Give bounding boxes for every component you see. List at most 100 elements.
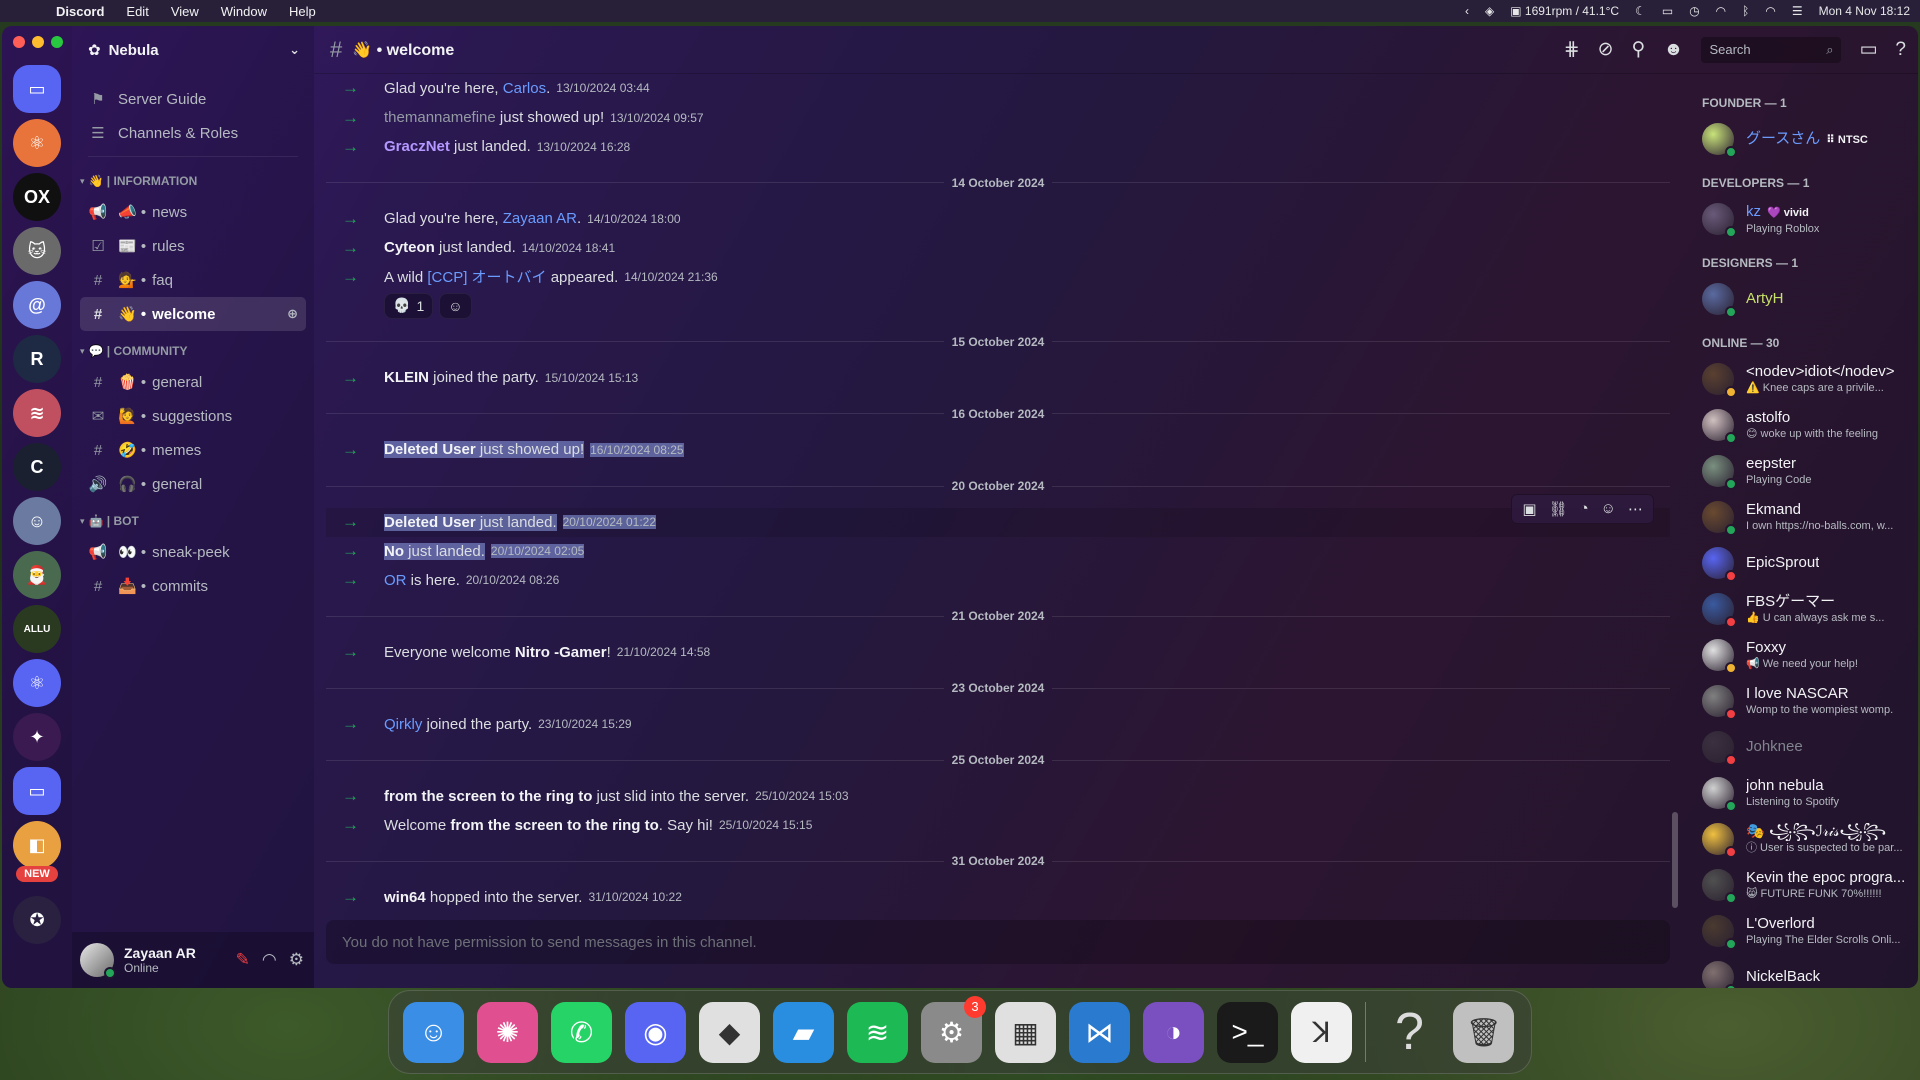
sparkle-server[interactable]: ✦ <box>13 713 61 761</box>
close-window-button[interactable] <box>13 36 25 48</box>
member-item[interactable]: <nodev>idiot</nodev> ⚠️ Knee caps are a p… <box>1692 356 1910 402</box>
headphones-icon[interactable]: ◠ <box>1765 4 1775 18</box>
user-mention[interactable]: Deleted User <box>384 441 476 459</box>
control-center-icon[interactable]: ☰ <box>1792 4 1803 18</box>
reaction-button[interactable]: 💀 1 <box>384 292 434 319</box>
user-mention[interactable]: KLEIN <box>384 369 429 386</box>
server-guide-link[interactable]: ⚑ Server Guide <box>80 82 306 116</box>
system-message[interactable]: → win64 hopped into the server. 31/10/2024… <box>326 883 1670 912</box>
user-mention[interactable]: Nitro -Gamer <box>515 644 607 661</box>
folder2-server[interactable]: ▭ <box>13 767 61 815</box>
user-mention[interactable]: themannamefine <box>384 109 496 126</box>
member-item[interactable]: john nebula Listening to Spotify <box>1692 770 1910 816</box>
system-message[interactable]: → Deleted User just landed. 20/10/2024 01:… <box>326 493 1670 537</box>
member-item[interactable]: Kevin the epoc progra... 😸 FUTURE FUNK 70… <box>1692 862 1910 908</box>
react-server[interactable]: ⚛ <box>13 659 61 707</box>
stripe-server[interactable]: ≋ <box>13 389 61 437</box>
channel-general[interactable]: 🔊 🎧 • general <box>80 467 306 501</box>
system-message[interactable]: → Deleted User just showed up! 16/10/2024 … <box>326 435 1670 464</box>
member-item[interactable]: eepster Playing Code <box>1692 448 1910 494</box>
channel-general[interactable]: # 🍿 • general <box>80 365 306 399</box>
category-header[interactable]: ▾ 💬 | COMMUNITY <box>80 337 306 365</box>
system-message[interactable]: → A wild [CCP] オートバイ appeared. 14/10/2024 … <box>326 262 1670 291</box>
scrollbar[interactable] <box>1670 114 1678 908</box>
r-server[interactable]: R <box>13 335 61 383</box>
whatsapp-dock-icon[interactable]: ✆ <box>551 1001 612 1063</box>
inbox-icon[interactable]: ▭ <box>1859 38 1877 61</box>
vscode-dock-icon[interactable]: ⋈ <box>1069 1001 1130 1063</box>
user-mention[interactable]: Deleted User <box>384 513 476 531</box>
channel-commits[interactable]: # 📥 • commits <box>80 569 306 603</box>
time-machine-icon[interactable]: ◷ <box>1689 4 1699 18</box>
figure-app-dock-icon[interactable]: ꓘ <box>1291 1001 1352 1063</box>
santa-server[interactable]: 🎅 <box>13 551 61 599</box>
add-member-icon[interactable]: ⊕ <box>287 306 298 322</box>
channel-suggestions[interactable]: ✉ 🙋 • suggestions <box>80 399 306 433</box>
spotify-dock-icon[interactable]: ≋ <box>847 1001 908 1063</box>
threads-icon[interactable]: ⋕ <box>1564 38 1580 61</box>
user-mention[interactable]: GraczNet <box>384 138 450 155</box>
system-message[interactable]: → themannamefine just showed up! 13/10/202… <box>326 103 1670 132</box>
ox-server[interactable]: OX <box>13 173 61 221</box>
member-item[interactable]: EpicSprout <box>1692 540 1910 586</box>
system-message[interactable]: → GraczNet just landed. 13/10/2024 16:28 <box>326 132 1670 161</box>
gear-icon[interactable]: ⚙ <box>289 950 304 970</box>
user-mention[interactable]: OR <box>384 572 407 589</box>
bluetooth-icon[interactable]: ᛒ <box>1742 4 1749 18</box>
member-item[interactable]: ArtyH <box>1692 276 1910 322</box>
system-message[interactable]: → Cyteon just landed. 14/10/2024 18:41 <box>326 233 1670 262</box>
github-desktop-dock-icon[interactable]: ◑ <box>1143 1001 1204 1063</box>
anime-server[interactable]: ☺ <box>13 497 61 545</box>
user-mention[interactable]: Zayaan AR <box>503 210 577 227</box>
system-message[interactable]: → Everyone welcome Nitro -Gamer! 21/10/202… <box>326 638 1670 667</box>
user-mention[interactable]: Qirkly <box>384 716 422 733</box>
fan-stats[interactable]: ▣ 1691rpm / 41.1°C <box>1510 4 1619 18</box>
minimize-window-button[interactable] <box>32 36 44 48</box>
channel-rules[interactable]: ☑ 📰 • rules <box>80 229 306 263</box>
channel-sneak-peek[interactable]: 📢 👀 • sneak-peek <box>80 535 306 569</box>
system-message[interactable]: → Qirkly joined the party. 23/10/2024 15:2… <box>326 710 1670 739</box>
channel-memes[interactable]: # 🤣 • memes <box>80 433 306 467</box>
roblox-studio-dock-icon[interactable]: ▰ <box>773 1001 834 1063</box>
menu-edit[interactable]: Edit <box>126 4 148 19</box>
channel-welcome[interactable]: # 👋 • welcome ⊕ <box>80 297 306 331</box>
notification-muted-icon[interactable]: ⊘ <box>1598 38 1614 61</box>
microphone-muted-icon[interactable]: ✎ <box>236 950 250 970</box>
member-item[interactable]: FBSゲーマー 👍 U can always ask me s... <box>1692 586 1910 632</box>
atom-server[interactable]: ⚛ <box>13 119 61 167</box>
channel-faq[interactable]: # 💁 • faq <box>80 263 306 297</box>
user-mention[interactable]: Cyteon <box>384 239 435 256</box>
member-item[interactable]: kz 💜 vivid Playing Roblox <box>1692 196 1910 242</box>
member-item[interactable]: Johknee <box>1692 724 1910 770</box>
moon-icon[interactable]: ☾ <box>1635 4 1646 18</box>
category-header[interactable]: ▾ 🤖 | BOT <box>80 507 306 535</box>
member-item[interactable]: NickelBack <box>1692 954 1910 988</box>
cat-server[interactable]: 🐱 <box>13 227 61 275</box>
member-item[interactable]: L'Overlord Playing The Elder Scrolls Onli… <box>1692 908 1910 954</box>
channels-roles-link[interactable]: ☰ Channels & Roles <box>80 116 306 150</box>
discord-dock-icon[interactable]: ◉ <box>625 1001 686 1063</box>
chevron-left-icon[interactable]: ‹ <box>1465 4 1469 18</box>
create-thread-icon[interactable]: ◔ <box>1580 500 1589 517</box>
member-item[interactable]: グースさん ⠿ NTSC <box>1692 116 1910 162</box>
user-mention[interactable]: No <box>384 542 404 560</box>
reaction-button[interactable]: ☺ <box>439 292 472 319</box>
category-header[interactable]: ▾ 👋 | INFORMATION <box>80 167 306 195</box>
allu-server[interactable]: ALLU <box>13 605 61 653</box>
layers-icon[interactable]: ◈ <box>1485 4 1494 18</box>
member-item[interactable]: 🎭 ꧁꧂ℐ𝓇𝒾𝓈꧁꧂ ⓘ User is suspected to be par.… <box>1692 816 1910 862</box>
avatar[interactable] <box>80 943 116 979</box>
wifi-icon[interactable]: ◠ <box>1716 4 1726 18</box>
terminal-dock-icon[interactable]: >_ <box>1217 1001 1278 1063</box>
more-icon[interactable]: ⋯ <box>1628 500 1643 518</box>
search-input[interactable] <box>1709 42 1827 57</box>
system-settings-dock-icon[interactable]: ⚙ 3 <box>921 995 986 1063</box>
system-message[interactable]: → KLEIN joined the party. 15/10/2024 15:13 <box>326 363 1670 392</box>
link-icon[interactable]: ⛓ <box>1549 500 1568 518</box>
colors-server[interactable]: ◧ <box>13 821 61 869</box>
c-server[interactable]: C <box>13 443 61 491</box>
trash-dock-icon[interactable]: 🗑 <box>1453 1001 1514 1063</box>
add-reaction-icon[interactable]: ☺ <box>1601 500 1616 517</box>
pin-icon[interactable]: ⚲ <box>1632 38 1646 61</box>
member-item[interactable]: I love NASCAR Womp to the wompiest womp. <box>1692 678 1910 724</box>
